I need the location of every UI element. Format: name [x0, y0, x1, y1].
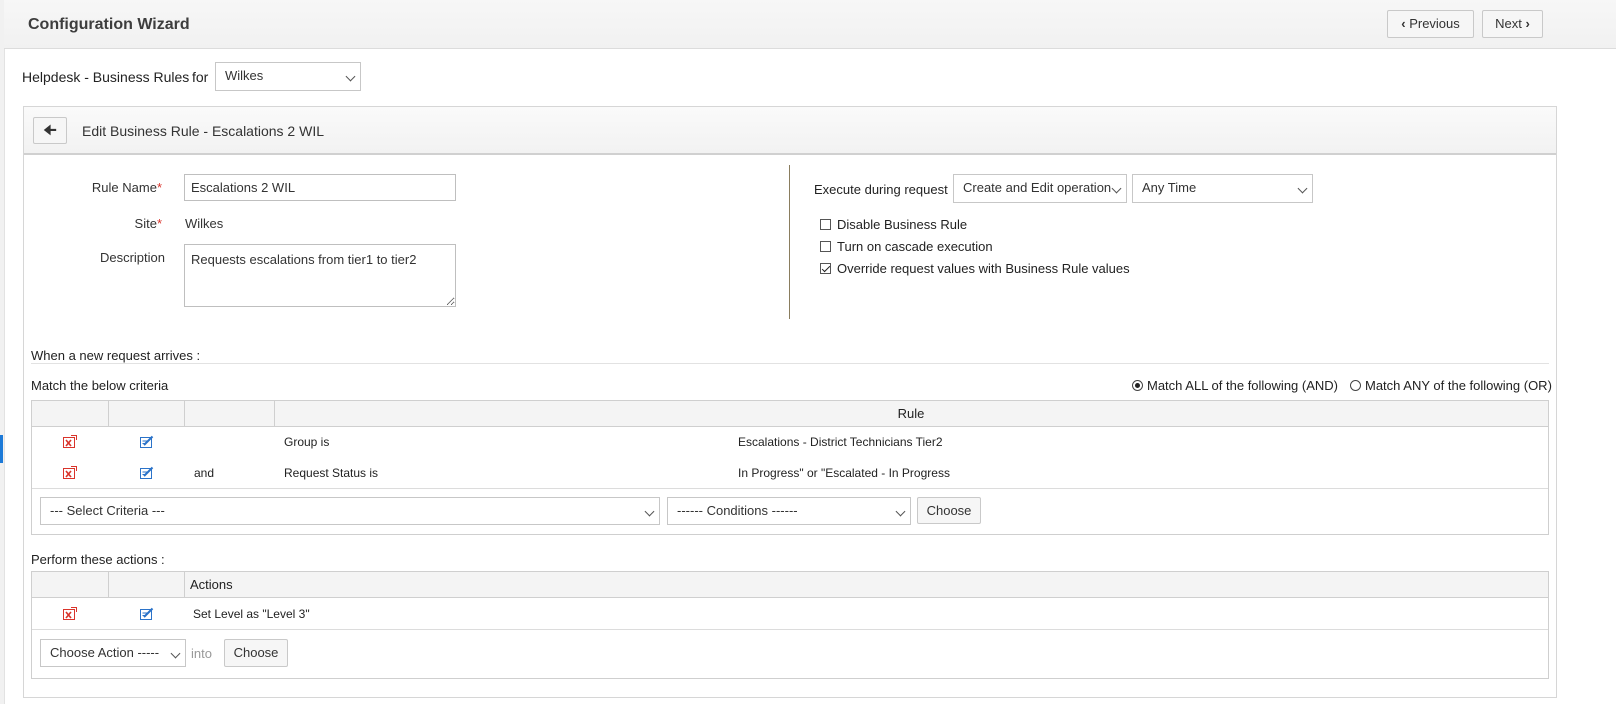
actions-column-header: Actions — [190, 577, 233, 592]
chevron-right-icon: › — [1525, 16, 1530, 31]
site-label: Site* — [134, 216, 162, 231]
rule-column-header: Rule — [897, 406, 925, 421]
left-edge-marker — [0, 435, 3, 463]
delete-icon[interactable] — [63, 466, 77, 479]
module-label: Helpdesk - Business Rules — [22, 69, 190, 85]
override-checkbox[interactable] — [820, 263, 831, 274]
criteria-value: Escalations - District Technicians Tier2 — [738, 435, 943, 449]
wizard-header — [4, 0, 1616, 49]
cascade-label: Turn on cascade execution — [837, 239, 993, 254]
match-any-radio[interactable] — [1350, 380, 1361, 391]
edit-icon[interactable] — [140, 435, 154, 448]
edit-title: Edit Business Rule - Escalations 2 WIL — [82, 123, 324, 139]
delete-icon[interactable] — [63, 435, 77, 448]
choose-criteria-button[interactable]: Choose — [917, 497, 981, 524]
criteria-field: Request Status is — [284, 466, 379, 480]
previous-button[interactable]: ‹ Previous — [1387, 10, 1474, 38]
action-text: Set Level as "Level 3" — [193, 607, 310, 621]
vertical-divider — [789, 165, 790, 319]
disable-rule-label: Disable Business Rule — [837, 217, 968, 232]
rule-name-input[interactable] — [184, 174, 456, 201]
execute-label: Execute during request — [814, 182, 948, 197]
override-label: Override request values with Business Ru… — [837, 261, 1130, 276]
match-any-label: Match ANY of the following (OR) — [1365, 378, 1552, 393]
criteria-field: Group is — [284, 435, 330, 449]
criteria-value: In Progress" or "Escalated - In Progress — [738, 466, 950, 480]
match-criteria-label: Match the below criteria — [31, 378, 169, 393]
select-criteria-dropdown[interactable]: --- Select Criteria --- — [40, 497, 660, 525]
edit-icon[interactable] — [140, 466, 154, 479]
for-label: for — [192, 69, 209, 85]
conditions-dropdown[interactable]: ------ Conditions ------ — [667, 497, 911, 525]
disable-rule-checkbox[interactable] — [820, 219, 831, 230]
description-label: Description — [99, 250, 165, 265]
arrives-label: When a new request arrives : — [31, 348, 201, 363]
rule-name-label: Rule Name* — [91, 180, 162, 195]
chevron-left-icon: ‹ — [1401, 16, 1406, 31]
page-title: Configuration Wizard — [28, 16, 190, 33]
description-textarea[interactable]: Requests escalations from tier1 to tier2 — [184, 244, 456, 307]
match-all-label: Match ALL of the following (AND) — [1147, 378, 1338, 393]
chevron-down-icon — [1111, 183, 1122, 194]
arrow-left-icon: 🠈 — [43, 122, 57, 139]
chevron-down-icon — [644, 506, 655, 517]
site-value: Wilkes — [185, 216, 224, 231]
operation-select[interactable]: Create and Edit operation — [953, 174, 1127, 203]
back-button[interactable]: 🠈 — [33, 117, 67, 144]
left-edge — [0, 0, 5, 704]
choose-action-dropdown[interactable]: Choose Action ----- — [40, 639, 186, 667]
into-label: into — [191, 646, 212, 661]
actions-table-header — [32, 572, 1548, 598]
site-select[interactable]: Wilkes — [215, 62, 361, 91]
chevron-down-icon — [895, 506, 906, 517]
choose-action-button[interactable]: Choose — [224, 639, 288, 667]
section-divider — [31, 363, 1549, 364]
delete-icon[interactable] — [63, 607, 77, 620]
criteria-conjunction: and — [194, 466, 215, 480]
time-select[interactable]: Any Time — [1132, 174, 1313, 203]
cascade-checkbox[interactable] — [820, 241, 831, 252]
next-button[interactable]: Next › — [1482, 10, 1543, 38]
chevron-down-icon — [345, 71, 356, 82]
chevron-down-icon — [170, 648, 181, 659]
match-all-radio[interactable] — [1132, 380, 1143, 391]
chevron-down-icon — [1297, 183, 1308, 194]
edit-icon[interactable] — [140, 607, 154, 620]
perform-actions-label: Perform these actions : — [31, 552, 165, 567]
